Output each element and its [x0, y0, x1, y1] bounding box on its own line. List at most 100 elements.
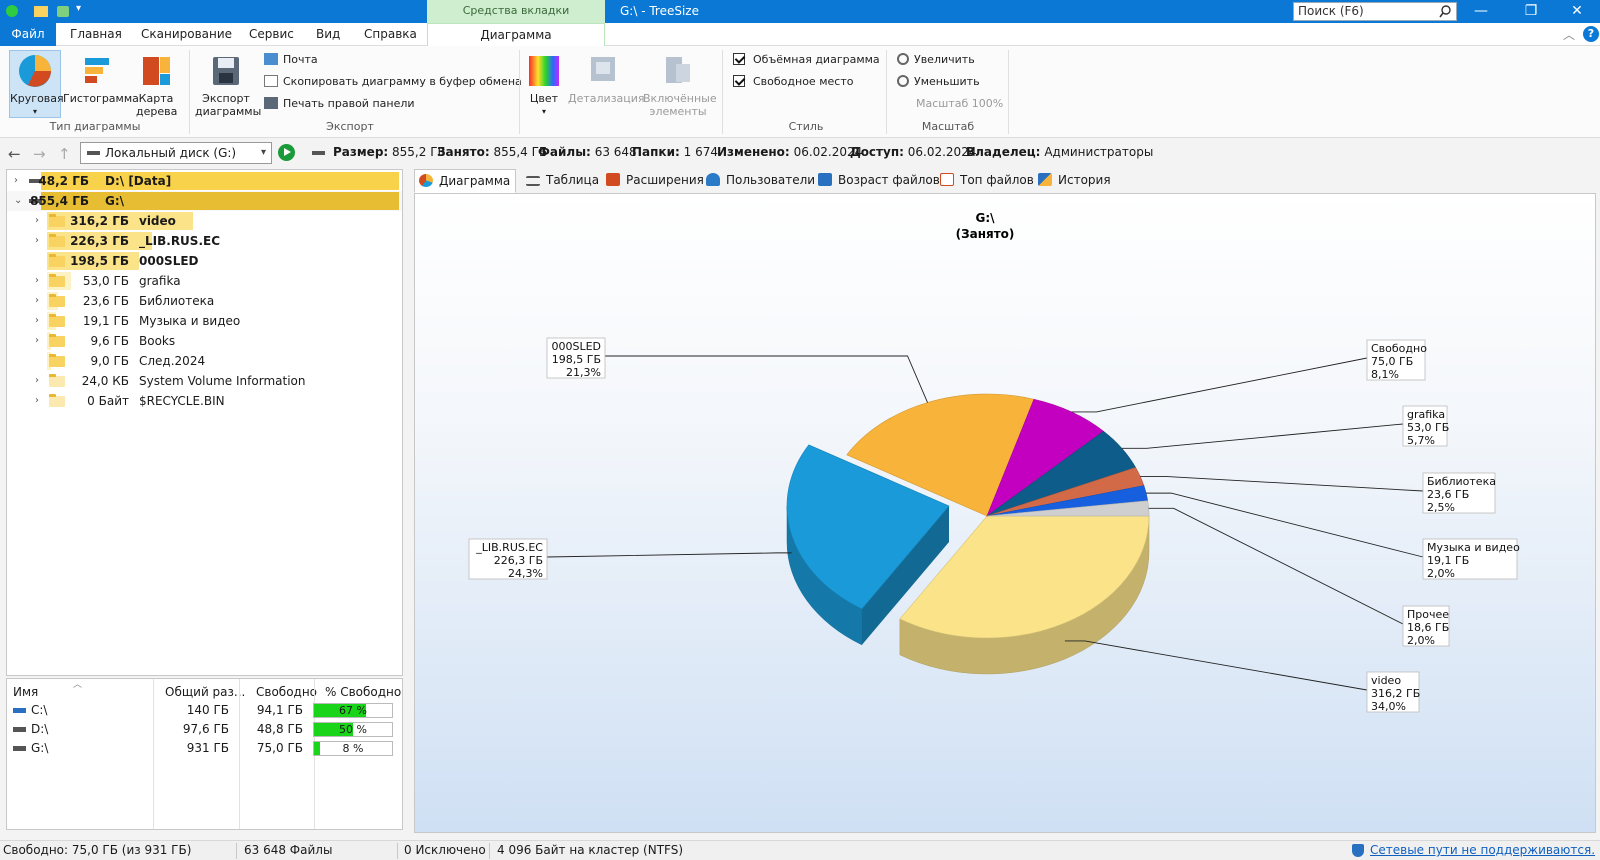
export-chart-button[interactable]: Экспорт диаграммы	[193, 50, 261, 118]
pie-label-size: 75,0 ГБ	[1371, 355, 1413, 368]
included-items-icon	[666, 57, 690, 83]
drive-icon	[13, 746, 26, 751]
pie-label-name: grafika	[1407, 408, 1445, 421]
quick-access-dropdown-icon[interactable]: ▾	[76, 3, 81, 14]
expand-arrow-icon[interactable]: ›	[35, 231, 45, 251]
root-drive-icon	[312, 151, 325, 155]
treemap-button[interactable]: Карта дерева	[135, 50, 177, 118]
drives-header-total[interactable]: Общий раз...	[165, 685, 245, 699]
info-owner-label: Владелец:	[966, 145, 1041, 159]
tab-chart[interactable]: Диаграмма	[414, 169, 516, 193]
tree-row-name: След.2024	[139, 354, 206, 368]
expand-arrow-icon[interactable]: ›	[35, 211, 45, 231]
tab-scan[interactable]: Сканирование	[141, 23, 232, 46]
drive-row[interactable]: D:\ 97,6 ГБ 48,8 ГБ 50 %	[7, 720, 402, 739]
drive-row-name: C:\	[31, 703, 48, 717]
info-access: Доступ: 06.02.2024	[850, 145, 976, 159]
address-bar: ← → ↑ Локальный диск (G:) ▾ Размер: 855,…	[0, 139, 1600, 167]
tab-history[interactable]: История	[1038, 169, 1111, 193]
close-button[interactable]: ✕	[1554, 0, 1600, 23]
drives-header-name[interactable]: Имя	[13, 685, 38, 699]
detail-button[interactable]: Детализация	[568, 50, 645, 105]
expand-arrow-icon[interactable]: ›	[35, 371, 45, 391]
tab-view[interactable]: Вид	[316, 23, 340, 46]
free-space-check-icon	[733, 75, 745, 87]
tab-file[interactable]: Файл	[0, 23, 56, 46]
tree-row[interactable]: 198,5 ГБ 000SLED	[7, 251, 402, 271]
tree-row[interactable]: › 226,3 ГБ _LIB.RUS.EC	[7, 231, 402, 251]
tab-extensions[interactable]: Расширения	[606, 169, 704, 193]
back-arrow-icon[interactable]: ←	[8, 145, 21, 163]
pie-label-pct: 2,5%	[1427, 501, 1455, 514]
zoom-out-button[interactable]: Уменьшить	[897, 73, 980, 91]
zoom-in-button[interactable]: Увеличить	[897, 51, 975, 69]
ribbon: Круговая ▾ Гистограмма Карта дерева Тип …	[0, 46, 1600, 138]
expand-arrow-icon[interactable]: ›	[35, 391, 45, 411]
forward-arrow-icon[interactable]: →	[33, 145, 46, 163]
pie-label-pct: 2,0%	[1427, 567, 1455, 580]
drive-select[interactable]: Локальный диск (G:) ▾	[80, 142, 272, 164]
tree-row-size: 316,2 ГБ	[70, 214, 129, 228]
tree-row-name: $RECYCLE.BIN	[139, 394, 225, 408]
tab-users[interactable]: Пользователи	[706, 169, 815, 193]
drive-row[interactable]: C:\ 140 ГБ 94,1 ГБ 67 %	[7, 701, 402, 720]
search-input[interactable]: Поиск (F6)	[1293, 2, 1457, 21]
pie-label-pct: 21,3%	[566, 366, 601, 379]
tree-row[interactable]: › 316,2 ГБ video	[7, 211, 402, 231]
tree-row[interactable]: › 24,0 КБ System Volume Information	[7, 371, 402, 391]
tree-row[interactable]: › 23,6 ГБ Библиотека	[7, 291, 402, 311]
info-folders: Папки: 1 674	[632, 145, 718, 159]
mail-button[interactable]: Почта	[264, 51, 318, 69]
windows-drive-icon	[13, 708, 26, 713]
drive-row[interactable]: G:\ 931 ГБ 75,0 ГБ 8 %	[7, 739, 402, 758]
tab-table[interactable]: Таблица	[526, 169, 599, 193]
network-paths-link[interactable]: Сетевые пути не поддерживаются.	[1370, 841, 1595, 860]
expand-arrow-icon[interactable]: ›	[35, 311, 45, 331]
pie-chart-button[interactable]: Круговая ▾	[9, 50, 64, 118]
tree-row[interactable]: › 0 Байт $RECYCLE.BIN	[7, 391, 402, 411]
tree-row[interactable]: › 53,0 ГБ grafika	[7, 271, 402, 291]
quick-access-scan-icon[interactable]	[57, 6, 69, 17]
info-files: Файлы: 63 648	[538, 145, 637, 159]
drives-header-pct[interactable]: % Свободно	[325, 685, 401, 699]
color-palette-icon	[529, 56, 559, 86]
pie-slices	[786, 393, 1150, 675]
up-arrow-icon[interactable]: ↑	[58, 145, 71, 163]
tree-row-size: 24,0 КБ	[81, 374, 129, 388]
collapse-ribbon-icon[interactable]: ︿	[1563, 26, 1575, 43]
maximize-button[interactable]: ❐	[1508, 0, 1554, 23]
tab-diagram[interactable]: Диаграмма	[427, 23, 605, 47]
tree-row-root[interactable]: › 48,2 ГБ D:\ [Data]	[7, 171, 402, 191]
tab-top-files[interactable]: Топ файлов	[940, 169, 1034, 193]
minimize-button[interactable]: —	[1458, 0, 1504, 23]
tree-row[interactable]: › 9,6 ГБ Books	[7, 331, 402, 351]
expand-arrow-icon[interactable]: ›	[35, 331, 45, 351]
copy-chart-button[interactable]: Скопировать диаграмму в буфер обмена	[264, 73, 522, 91]
drives-header-free[interactable]: Свободно	[256, 685, 317, 699]
tab-home[interactable]: Главная	[70, 23, 122, 46]
quick-access-folder-icon[interactable]	[34, 6, 48, 17]
help-icon[interactable]: ?	[1583, 26, 1599, 42]
free-space-checkbox[interactable]: Свободное место	[733, 73, 853, 91]
expand-arrow-icon[interactable]: ›	[35, 291, 45, 311]
tab-help[interactable]: Справка	[364, 23, 417, 46]
pie-chart-icon	[19, 55, 51, 87]
included-items-button[interactable]: Включённые элементы	[640, 50, 717, 118]
info-folders-label: Папки:	[632, 145, 680, 159]
detail-icon	[591, 57, 615, 81]
tab-file-age[interactable]: Возраст файлов	[818, 169, 940, 193]
color-button[interactable]: Цвет ▾	[524, 50, 564, 118]
tree-row-root[interactable]: ⌄ 855,4 ГБ G:\	[7, 191, 402, 211]
tree-row[interactable]: › 19,1 ГБ Музыка и видео	[7, 311, 402, 331]
color-dropdown-icon: ▾	[541, 107, 546, 116]
pie-label-size: 53,0 ГБ	[1407, 421, 1449, 434]
expand-arrow-icon[interactable]: ›	[35, 271, 45, 291]
drive-row-free: 94,1 ГБ	[256, 703, 303, 717]
tab-service[interactable]: Сервис	[249, 23, 294, 46]
3d-chart-checkbox[interactable]: Объёмная диаграмма	[733, 51, 880, 69]
print-panel-button[interactable]: Печать правой панели	[264, 95, 415, 113]
scan-go-button[interactable]	[278, 144, 295, 161]
histogram-button[interactable]: Гистограмма	[63, 50, 139, 105]
tree-row[interactable]: 9,0 ГБ След.2024	[7, 351, 402, 371]
free-percent-label: 50 %	[339, 723, 367, 736]
